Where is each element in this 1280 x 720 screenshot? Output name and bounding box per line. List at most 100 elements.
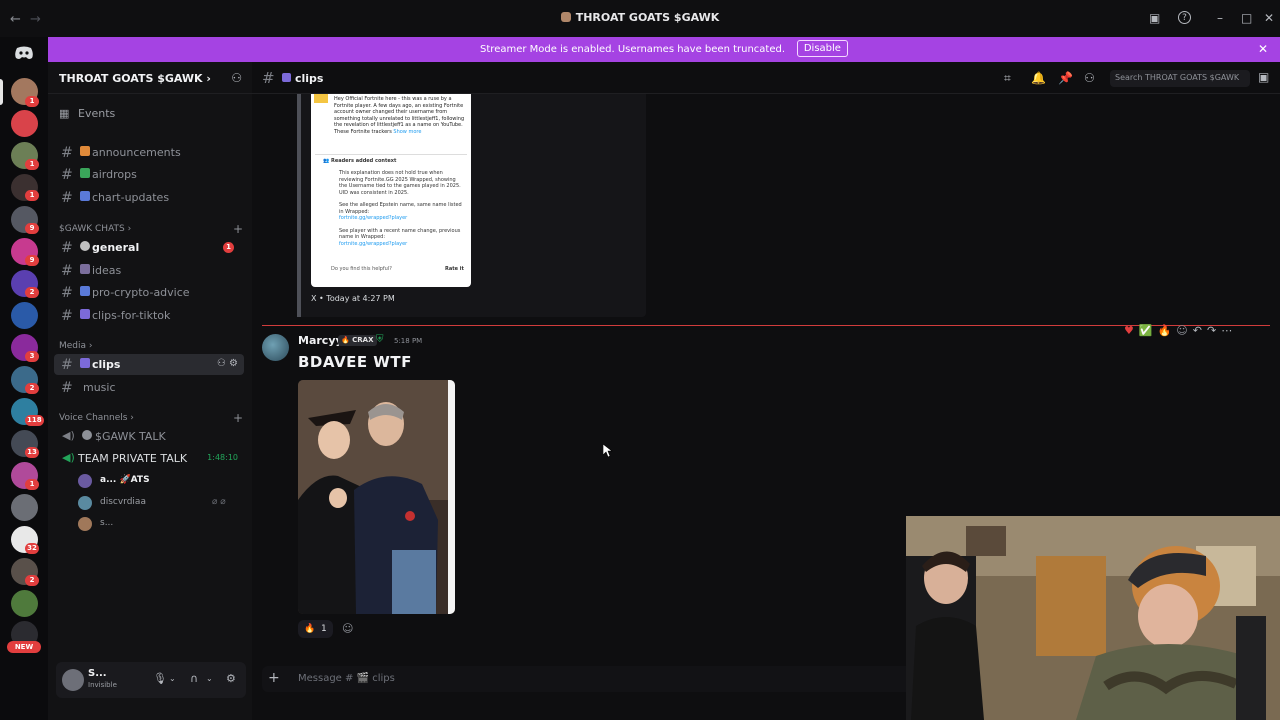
unread-badge: 32 — [25, 543, 39, 554]
server-tag[interactable]: 🔥 CRAX — [338, 335, 377, 346]
clapper-icon — [80, 309, 90, 319]
hash-icon: # — [61, 145, 73, 161]
add-channel-icon[interactable]: + — [233, 222, 243, 236]
server-name[interactable]: THROAT GOATS $GAWK › — [59, 72, 211, 85]
channel-emoji-icon — [82, 430, 92, 440]
username[interactable]: S... — [88, 668, 107, 679]
unread-badge: 1 — [25, 159, 39, 170]
channel-clips[interactable]: # clips ⚇ ⚙ — [54, 354, 244, 375]
check-reaction-icon[interactable]: ✅ — [1139, 324, 1153, 337]
server-icon[interactable] — [11, 494, 38, 521]
invite-people-icon[interactable]: ⚇ — [231, 71, 242, 85]
upload-plus-icon[interactable]: + — [268, 670, 280, 686]
helpful-prompt: Do you find this helpful? — [331, 266, 392, 272]
chat-header: # clips ⌗ 🔔 📌 ⚇ Search THROAT GOATS $GAW… — [252, 62, 1280, 94]
avatar — [78, 474, 92, 488]
events-link[interactable]: ▦ Events — [59, 107, 115, 120]
add-channel-icon[interactable]: + — [233, 411, 243, 425]
reply-icon[interactable]: ↶ — [1193, 324, 1202, 337]
voice-timer: 1:48:10 — [207, 453, 238, 462]
channel-clips-for-tiktok[interactable]: # clips-for-tiktok — [54, 305, 244, 326]
channel-ideas[interactable]: # ideas — [54, 260, 244, 281]
channel-chart-updates[interactable]: # chart-updates — [54, 187, 244, 208]
fire-reaction-icon[interactable]: 🔥 — [1158, 324, 1172, 337]
help-icon[interactable]: ? — [1178, 11, 1191, 24]
hash-icon: # — [61, 190, 73, 206]
channel-label: ideas — [92, 264, 122, 277]
channel-pro-crypto-advice[interactable]: # pro-crypto-advice — [54, 282, 244, 303]
channel-label: clips-for-tiktok — [92, 309, 171, 322]
heart-reaction-icon[interactable]: ♥ — [1124, 324, 1134, 337]
notification-bell-icon[interactable]: 🔔 — [1031, 71, 1046, 85]
server-icon[interactable] — [11, 590, 38, 617]
attached-photo[interactable] — [298, 380, 455, 614]
tweet-source[interactable]: X • Today at 4:27 PM — [311, 294, 395, 303]
channel-announcements[interactable]: # announcements — [54, 142, 244, 163]
streamer-mode-banner: Streamer Mode is enabled. Usernames have… — [48, 37, 1280, 62]
category-gawk-chats[interactable]: $GAWK CHATS › + — [59, 222, 243, 236]
new-messages-divider — [262, 325, 1270, 326]
channel-label: chart-updates — [92, 191, 170, 204]
server-icon[interactable] — [11, 110, 38, 137]
category-voice-channels[interactable]: Voice Channels › + — [59, 411, 243, 425]
chart-icon — [80, 191, 90, 201]
clapper-icon — [80, 358, 90, 368]
inbox-icon[interactable]: ▣ — [1149, 11, 1160, 25]
microphone-icon[interactable]: 🎙 — [153, 672, 167, 685]
channel-settings-icons[interactable]: ⚇ ⚙ — [217, 358, 238, 369]
chevron-down-icon[interactable]: ⌄ — [206, 674, 213, 683]
disable-streamer-mode-button[interactable]: Disable — [796, 40, 848, 57]
add-reaction-icon[interactable]: ☺ — [1176, 324, 1187, 337]
clapper-icon — [282, 73, 291, 82]
search-input[interactable]: Search THROAT GOATS $GAWK — [1110, 70, 1250, 87]
add-reaction-icon[interactable]: ☺ — [342, 622, 353, 635]
server-rail: 1 1 1 9 9 2 3 2 118 13 1 32 2 NEW — [0, 37, 48, 720]
close-banner-icon[interactable]: ✕ — [1258, 42, 1268, 56]
avatar[interactable] — [262, 334, 289, 361]
fire-reaction[interactable]: 🔥 1 — [298, 620, 333, 638]
threads-icon[interactable]: ⌗ — [1004, 71, 1011, 86]
channel-airdrops[interactable]: # airdrops — [54, 164, 244, 185]
close-window-button[interactable]: ✕ — [1264, 11, 1274, 25]
headphones-icon[interactable]: ∩ — [190, 672, 198, 685]
tweet-image[interactable]: Hey Official Fortnite here - this was a … — [311, 94, 471, 287]
channel-label: TEAM PRIVATE TALK — [78, 452, 188, 465]
forward-icon[interactable]: ↷ — [1207, 324, 1216, 337]
community-note-icon — [314, 94, 328, 103]
member-list-icon[interactable]: ⚇ — [1084, 71, 1095, 85]
hash-icon: # — [262, 69, 275, 87]
message-timestamp: 5:18 PM — [394, 337, 423, 345]
more-options-icon[interactable]: ⋯ — [1221, 324, 1232, 337]
message-input[interactable]: Message # 🎬 clips — [298, 673, 395, 684]
gear-icon — [80, 241, 90, 251]
minimize-button[interactable]: – — [1217, 11, 1223, 25]
server-icon[interactable] — [11, 302, 38, 329]
channel-general[interactable]: # general 1 — [54, 237, 244, 258]
server-header[interactable]: THROAT GOATS $GAWK › ⚇ — [48, 62, 252, 94]
channel-label: airdrops — [92, 168, 137, 181]
inbox-icon[interactable]: ▣ — [1258, 70, 1269, 84]
window-title: THROAT GOATS $GAWK — [0, 11, 1280, 24]
hash-icon: # — [61, 380, 73, 396]
megaphone-icon — [80, 146, 90, 156]
readers-context-heading: 👥 Readers added context — [323, 158, 397, 164]
message-actions-bar: ♥ ✅ 🔥 ☺ ↶ ↷ ⋯ — [1124, 324, 1237, 337]
pin-icon[interactable]: 📌 — [1058, 71, 1073, 85]
parachute-icon — [80, 168, 90, 178]
settings-gear-icon[interactable]: ⚙ — [226, 672, 236, 685]
message-author[interactable]: Marcyy — [298, 334, 343, 347]
new-servers-badge[interactable]: NEW — [7, 641, 41, 653]
discord-icon[interactable] — [14, 46, 34, 60]
unread-badge: 13 — [25, 447, 39, 458]
speaker-icon: ◀) — [62, 429, 75, 442]
voice-channel-gawk-talk[interactable]: ◀) $GAWK TALK — [54, 426, 244, 447]
voice-channel-team-private-talk[interactable]: ◀) TEAM PRIVATE TALK 1:48:10 — [54, 448, 244, 469]
maximize-button[interactable]: □ — [1241, 11, 1252, 25]
chevron-down-icon[interactable]: ⌄ — [169, 674, 176, 683]
avatar[interactable] — [62, 669, 84, 691]
unread-badge: 3 — [25, 351, 39, 362]
category-media[interactable]: Media › — [59, 341, 93, 351]
rate-it-link[interactable]: Rate it — [445, 266, 464, 272]
channel-music[interactable]: # music — [54, 377, 244, 398]
context-text: This explanation does not hold true when… — [339, 170, 461, 196]
